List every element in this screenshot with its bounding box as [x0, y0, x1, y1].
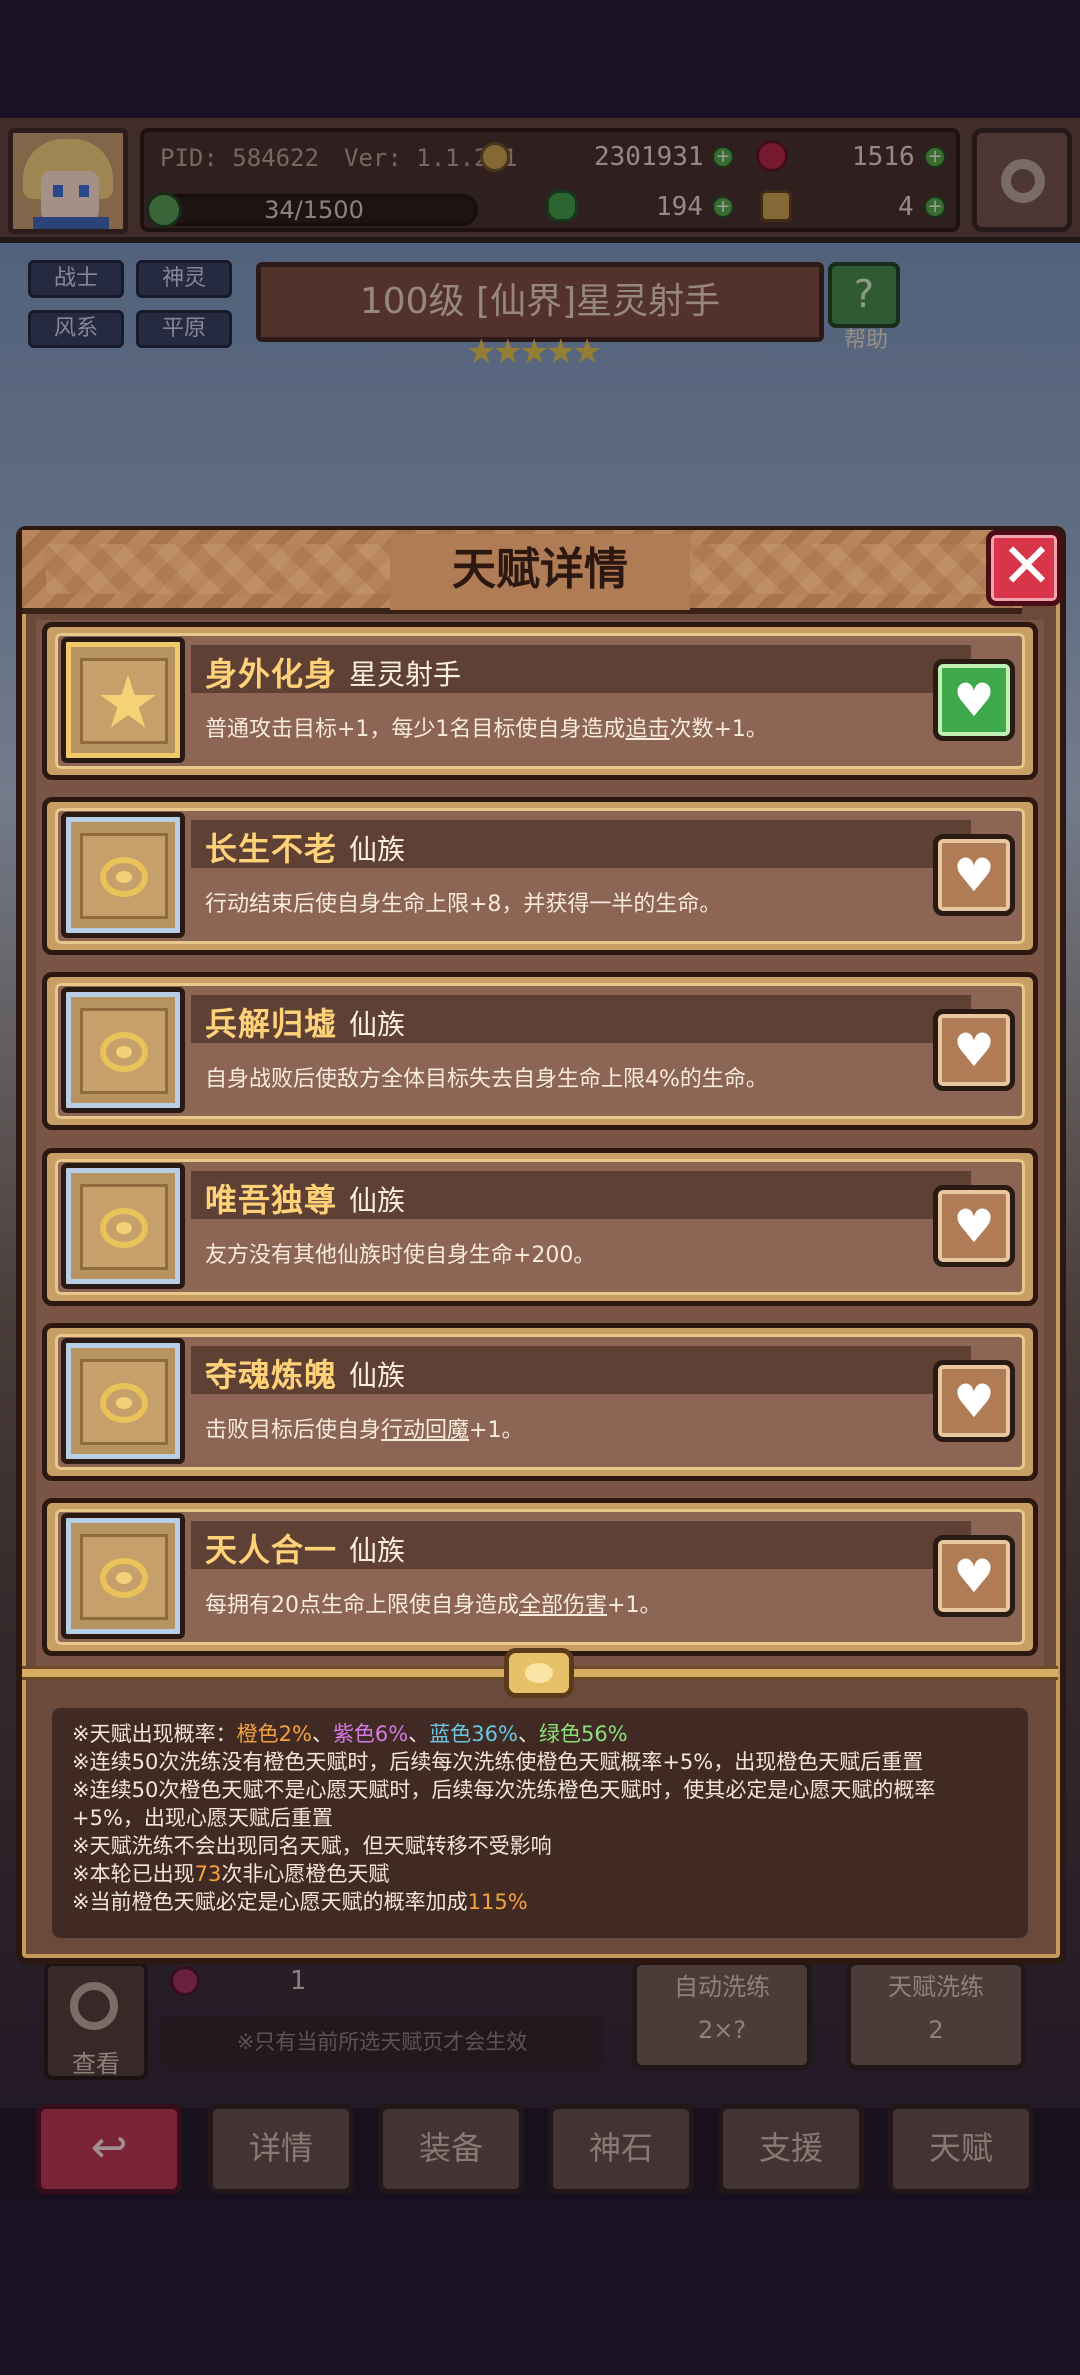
talent-desc: 自身战败后使敌方全体目标失去自身生命上限4%的生命。	[205, 1067, 768, 1092]
talent-card[interactable]: 夺魂炼魄 仙族 击败目标后使自身行动回魔+1。 ♥	[42, 1323, 1038, 1481]
info-pity-wish: ※连续50次橙色天赋不是心愿天赋时，后续每次洗练橙色天赋时，使其必定是心愿天赋的…	[72, 1778, 936, 1802]
talent-tag: 仙族	[349, 1184, 406, 1217]
talent-desc: 友方没有其他仙族时使自身生命+200。	[205, 1243, 596, 1268]
emblem-talent-icon	[61, 987, 185, 1113]
heart-icon: ♥	[953, 1199, 995, 1253]
close-button[interactable]: ✕	[986, 529, 1062, 606]
emblem-talent-icon	[61, 812, 185, 938]
talent-desc: 每拥有20点生命上限使自身造成全部伤害+1。	[205, 1593, 662, 1618]
talent-name: 长生不老	[205, 830, 338, 868]
dialog-title: 天赋详情	[452, 544, 628, 595]
talent-tag: 仙族	[349, 833, 406, 866]
close-icon: ✕	[1001, 529, 1053, 602]
emblem-talent-icon	[61, 1338, 185, 1464]
talent-card[interactable]: 天人合一 仙族 每拥有20点生命上限使自身造成全部伤害+1。 ♥	[42, 1498, 1038, 1656]
wish-toggle-button[interactable]: ♥	[933, 659, 1015, 741]
wish-toggle-button[interactable]: ♥	[933, 1535, 1015, 1617]
probability-info-panel: ※天赋出现概率：橙色2%、紫色6%、蓝色36%、绿色56% ※连续50次洗练没有…	[52, 1708, 1028, 1938]
info-pity-orange: ※连续50次洗练没有橙色天赋时，后续每次洗练使橙色天赋概率+5%，出现橙色天赋后…	[72, 1750, 924, 1774]
talent-name: 天人合一	[205, 1531, 338, 1569]
heart-icon: ♥	[953, 1374, 995, 1428]
talent-desc: 行动结束后使自身生命上限+8，并获得一半的生命。	[205, 892, 722, 917]
talent-desc: 普通攻击目标+1，每少1名目标使自身造成追击次数+1。	[205, 717, 768, 742]
talent-name: 兵解归墟	[205, 1005, 338, 1043]
talent-desc: 击败目标后使自身行动回魔+1。	[205, 1418, 524, 1443]
divider-ornament-icon	[504, 1648, 574, 1698]
wish-toggle-button[interactable]: ♥	[933, 1185, 1015, 1267]
keyword-link[interactable]: 全部伤害	[519, 1593, 607, 1618]
talent-card[interactable]: 唯吾独尊 仙族 友方没有其他仙族时使自身生命+200。 ♥	[42, 1148, 1038, 1306]
info-round-count: ※本轮已出现73次非心愿橙色天赋	[72, 1862, 390, 1886]
talent-card[interactable]: ★ 身外化身 星灵射手 普通攻击目标+1，每少1名目标使自身造成追击次数+1。 …	[42, 622, 1038, 780]
wish-toggle-button[interactable]: ♥	[933, 834, 1015, 916]
info-no-duplicate: ※天赋洗练不会出现同名天赋，但天赋转移不受影响	[72, 1834, 552, 1858]
heart-icon: ♥	[953, 1549, 995, 1603]
heart-icon: ♥	[953, 1023, 995, 1077]
talent-card[interactable]: 长生不老 仙族 行动结束后使自身生命上限+8，并获得一半的生命。 ♥	[42, 797, 1038, 955]
keyword-link[interactable]: 行动回魔	[381, 1418, 469, 1443]
wish-toggle-button[interactable]: ♥	[933, 1360, 1015, 1442]
talent-name: 身外化身	[205, 655, 338, 693]
info-wish-bonus: ※当前橙色天赋必定是心愿天赋的概率加成115%	[72, 1890, 528, 1914]
emblem-talent-icon	[61, 1163, 185, 1289]
talent-name: 唯吾独尊	[205, 1181, 338, 1219]
talent-tag: 仙族	[349, 1359, 406, 1392]
wish-toggle-button[interactable]: ♥	[933, 1009, 1015, 1091]
talent-tag: 仙族	[349, 1534, 406, 1567]
talent-tag: 仙族	[349, 1008, 406, 1041]
star-talent-icon: ★	[61, 637, 185, 763]
emblem-talent-icon	[61, 1513, 185, 1639]
talent-tag: 星灵射手	[349, 658, 462, 691]
talent-card[interactable]: 兵解归墟 仙族 自身战败后使敌方全体目标失去自身生命上限4%的生命。 ♥	[42, 972, 1038, 1130]
heart-icon: ♥	[953, 848, 995, 902]
keyword-link[interactable]: 追击	[625, 717, 669, 742]
info-pity-wish-cont: +5%，出现心愿天赋后重置	[72, 1806, 333, 1830]
talent-name: 夺魂炼魄	[205, 1356, 338, 1394]
heart-icon: ♥	[953, 673, 995, 727]
info-rates: ※天赋出现概率：橙色2%、紫色6%、蓝色36%、绿色56%	[72, 1722, 628, 1746]
